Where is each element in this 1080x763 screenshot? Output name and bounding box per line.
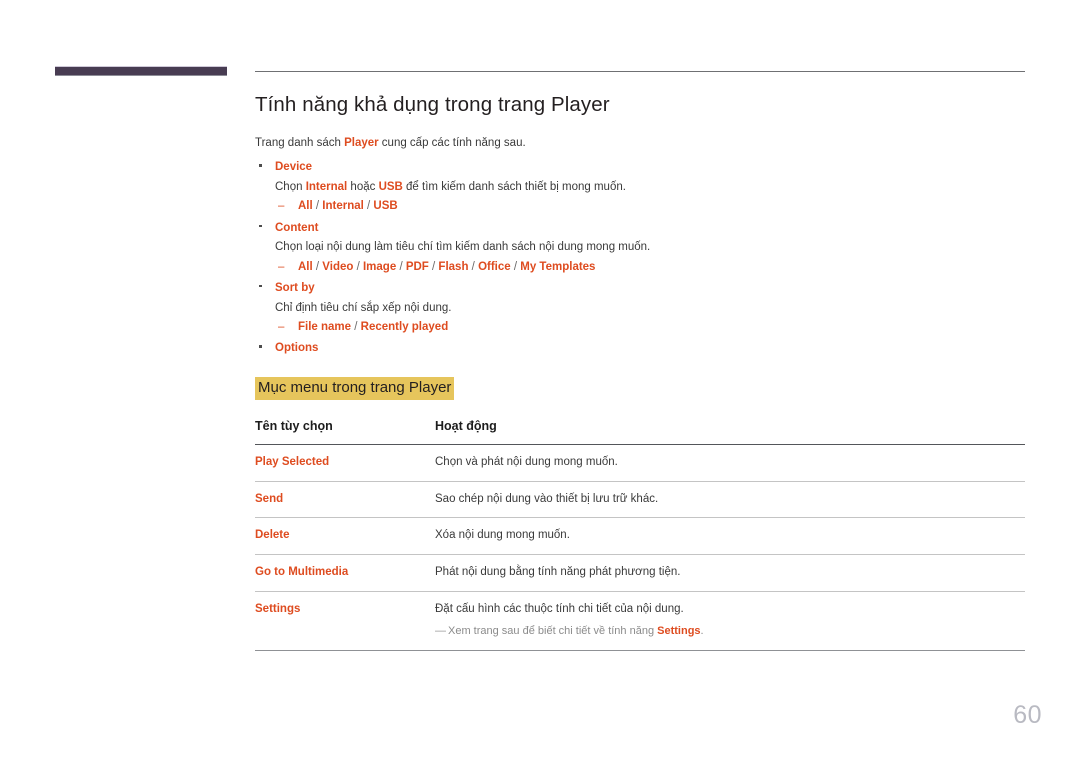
bullet-square-icon bbox=[259, 345, 262, 348]
sort-by-options-text: File name / Recently played bbox=[298, 321, 449, 334]
feature-list: Device Chọn Internal hoặc USB để tìm kiế… bbox=[255, 158, 1025, 359]
chapter-tab-marker bbox=[55, 66, 227, 76]
feature-item-content: Content Chọn loại nội dung làm tiêu chí … bbox=[255, 219, 1025, 277]
column-header-action: Hoạt động bbox=[435, 418, 1025, 445]
bullet-square-icon bbox=[259, 284, 262, 288]
device-desc-mid: hoặc bbox=[347, 181, 379, 194]
feature-options-device: – All / Internal / USB bbox=[275, 196, 1025, 216]
page-header-decoration bbox=[0, 0, 1080, 90]
bullet-square-icon bbox=[259, 164, 262, 167]
option-action-settings: Đặt cấu hình các thuộc tính chi tiết của… bbox=[435, 591, 1025, 651]
note-dash-icon: — bbox=[435, 625, 446, 638]
device-desc-after: để tìm kiếm danh sách thiết bị mong muốn… bbox=[402, 181, 626, 194]
option-separator: / bbox=[471, 260, 475, 273]
option-action-delete: Xóa nội dung mong muốn. bbox=[435, 517, 1025, 555]
option-name-delete: Delete bbox=[255, 517, 435, 555]
option-action-go-to-multimedia: Phát nội dung bằng tính năng phát phương… bbox=[435, 554, 1025, 592]
device-options-text: All / Internal / USB bbox=[298, 200, 398, 213]
device-desc-before: Chọn bbox=[275, 181, 306, 194]
section-heading-menu-items: Mục menu trong trang Player bbox=[255, 376, 455, 400]
page-number: 60 bbox=[1013, 701, 1042, 729]
device-keyword-internal: Internal bbox=[305, 181, 348, 194]
note-text-before: Xem trang sau để biết chi tiết về tính n… bbox=[448, 625, 658, 638]
option-separator: / bbox=[354, 321, 358, 334]
feature-options-sort-by: – File name / Recently played bbox=[275, 317, 1025, 337]
option-name-settings: Settings bbox=[255, 591, 435, 651]
dash-marker-icon: – bbox=[278, 260, 285, 273]
feature-options-content: – All / Video / Image / PDF / Flash / Off… bbox=[275, 257, 1025, 277]
intro-paragraph: Trang danh sách Player cung cấp các tính… bbox=[255, 135, 1025, 152]
feature-label-options: Options bbox=[275, 342, 319, 355]
table-row: Settings Đặt cấu hình các thuộc tính chi… bbox=[255, 591, 1025, 651]
dash-marker-icon: – bbox=[278, 200, 285, 213]
table-row: Delete Xóa nội dung mong muốn. bbox=[255, 517, 1025, 555]
settings-note: — Xem trang sau để biết chi tiết về tính … bbox=[435, 624, 1025, 639]
table-row: Play Selected Chọn và phát nội dung mong… bbox=[255, 444, 1025, 482]
menu-items-table: Tên tùy chọn Hoạt động Play Selected Chọ… bbox=[255, 418, 1025, 651]
header-divider-rule bbox=[255, 71, 1025, 72]
option-name-go-to-multimedia: Go to Multimedia bbox=[255, 554, 435, 592]
section-heading-wrapper: Mục menu trong trang Player bbox=[255, 376, 1025, 400]
content-options-text: All / Video / Image / PDF / Flash / Offi… bbox=[298, 260, 596, 273]
feature-label-content: Content bbox=[275, 221, 319, 234]
bullet-square-icon bbox=[259, 224, 262, 228]
dash-marker-icon: – bbox=[278, 321, 285, 334]
option-separator: / bbox=[315, 260, 320, 273]
intro-text-after: cung cấp các tính năng sau. bbox=[378, 136, 526, 149]
option-separator: / bbox=[399, 260, 403, 273]
table-header-row: Tên tùy chọn Hoạt động bbox=[255, 418, 1025, 445]
settings-action-text: Đặt cấu hình các thuộc tính chi tiết của… bbox=[435, 602, 684, 615]
option-separator: / bbox=[432, 260, 436, 273]
page-title: Tính năng khả dụng trong trang Player bbox=[255, 93, 610, 116]
option-separator: / bbox=[356, 260, 360, 273]
option-separator: / bbox=[367, 200, 371, 213]
feature-label-device: Device bbox=[275, 161, 313, 174]
option-action-send: Sao chép nội dung vào thiết bị lưu trữ k… bbox=[435, 481, 1025, 519]
feature-item-options: Options bbox=[255, 339, 1025, 359]
feature-item-sort-by: Sort by Chỉ định tiêu chí sắp xếp nội du… bbox=[255, 279, 1025, 337]
table-row: Go to Multimedia Phát nội dung bằng tính… bbox=[255, 554, 1025, 592]
option-name-send: Send bbox=[255, 481, 435, 519]
page-content: Tính năng khả dụng trong trang Player Tr… bbox=[255, 92, 1025, 651]
option-action-play-selected: Chọn và phát nội dung mong muốn. bbox=[435, 444, 1025, 482]
intro-keyword-player: Player bbox=[344, 136, 379, 149]
option-separator: / bbox=[513, 260, 518, 273]
column-header-option-name: Tên tùy chọn bbox=[255, 418, 435, 445]
feature-desc-sort-by: Chỉ định tiêu chí sắp xếp nội dung. bbox=[275, 301, 452, 314]
option-separator: / bbox=[315, 200, 320, 213]
device-keyword-usb: USB bbox=[378, 181, 403, 194]
feature-desc-content: Chọn loại nội dung làm tiêu chí tìm kiếm… bbox=[275, 241, 651, 254]
note-keyword-settings: Settings bbox=[657, 625, 701, 638]
note-text-after: . bbox=[700, 625, 704, 638]
feature-desc-device: Chọn Internal hoặc USB để tìm kiếm danh … bbox=[275, 178, 1025, 196]
intro-text-before: Trang danh sách bbox=[255, 136, 345, 149]
table-row: Send Sao chép nội dung vào thiết bị lưu … bbox=[255, 481, 1025, 519]
feature-item-device: Device Chọn Internal hoặc USB để tìm kiế… bbox=[255, 158, 1025, 216]
feature-label-sort-by: Sort by bbox=[275, 281, 315, 294]
option-name-play-selected: Play Selected bbox=[255, 444, 435, 482]
